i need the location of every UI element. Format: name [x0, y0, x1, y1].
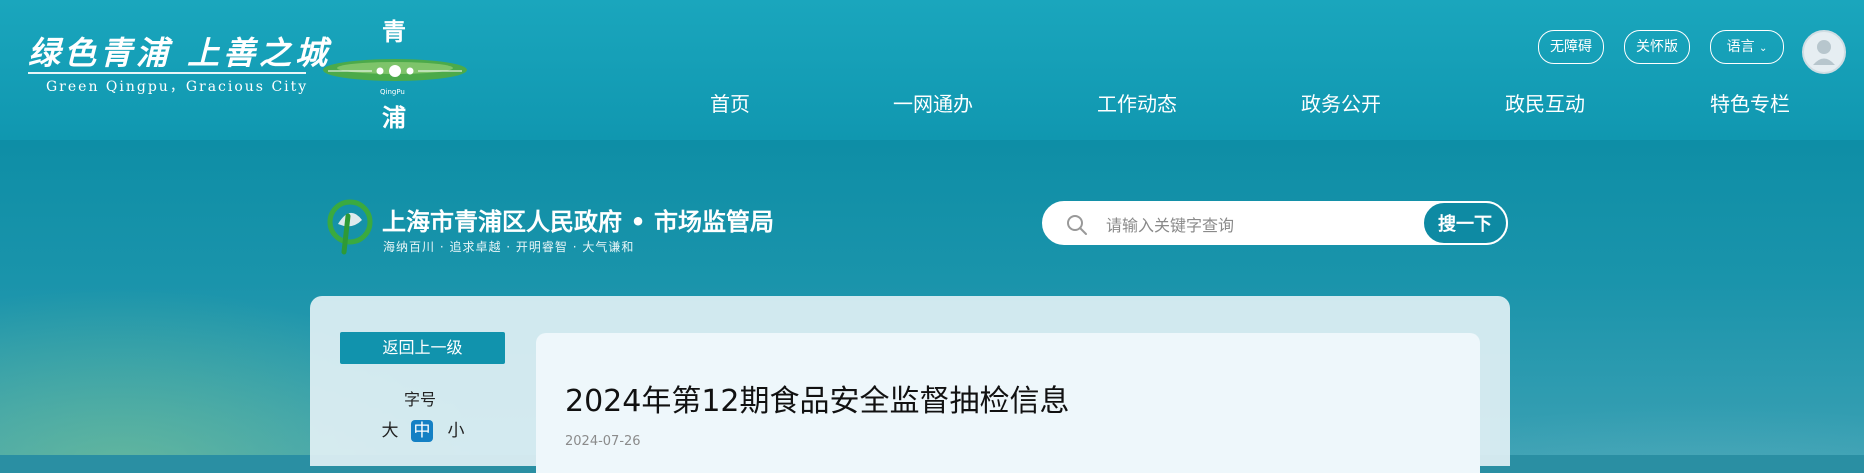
- brand-slogan: 绿色青浦 上善之城: [28, 34, 332, 72]
- search-icon: [1067, 215, 1087, 235]
- nav-item-interaction[interactable]: 政民互动: [1505, 88, 1585, 117]
- site-logo-icon[interactable]: [326, 198, 374, 256]
- font-size-medium-button[interactable]: 中: [411, 420, 433, 442]
- site-tagline: 海纳百川 · 追求卓越 · 开明睿智 · 大气谦和: [383, 240, 635, 254]
- main-nav: 首页 一网通办 工作动态 政务公开 政民互动 特色专栏: [0, 88, 1864, 118]
- search-input[interactable]: [1104, 211, 1408, 239]
- font-size-label: 字号: [404, 390, 437, 409]
- nav-item-disclosure[interactable]: 政务公开: [1301, 88, 1381, 117]
- font-size-large-button[interactable]: 大: [380, 420, 400, 442]
- back-button[interactable]: 返回上一级: [340, 332, 505, 364]
- language-button[interactable]: 语言 ⌄: [1710, 30, 1784, 64]
- emblem-top-char: 青: [382, 17, 406, 46]
- emblem-leaf-icon: [323, 59, 467, 81]
- nav-item-special[interactable]: 特色专栏: [1710, 88, 1790, 117]
- search-bar: 搜一下: [1042, 201, 1508, 245]
- user-icon: [1813, 40, 1835, 65]
- nav-item-news[interactable]: 工作动态: [1097, 88, 1177, 117]
- top-header: 绿色青浦 上善之城 Green Qingpu，Gracious City 青 Q…: [0, 0, 1864, 140]
- nav-item-services[interactable]: 一网通办: [893, 88, 973, 117]
- article-date: 2024-07-26: [565, 434, 641, 449]
- article-title: 2024年第12期食品安全监督抽检信息: [565, 384, 1070, 419]
- language-label: 语言: [1726, 39, 1755, 55]
- brand-divider: [28, 72, 306, 74]
- avatar[interactable]: [1802, 30, 1846, 74]
- nav-item-home[interactable]: 首页: [710, 88, 750, 117]
- font-size-small-button[interactable]: 小: [446, 420, 466, 442]
- elderly-mode-button[interactable]: 关怀版: [1624, 30, 1690, 64]
- site-title: 上海市青浦区人民政府 • 市场监管局: [382, 208, 775, 236]
- search-button[interactable]: 搜一下: [1422, 201, 1508, 245]
- accessibility-button[interactable]: 无障碍: [1538, 30, 1604, 64]
- chevron-down-icon: ⌄: [1759, 43, 1768, 54]
